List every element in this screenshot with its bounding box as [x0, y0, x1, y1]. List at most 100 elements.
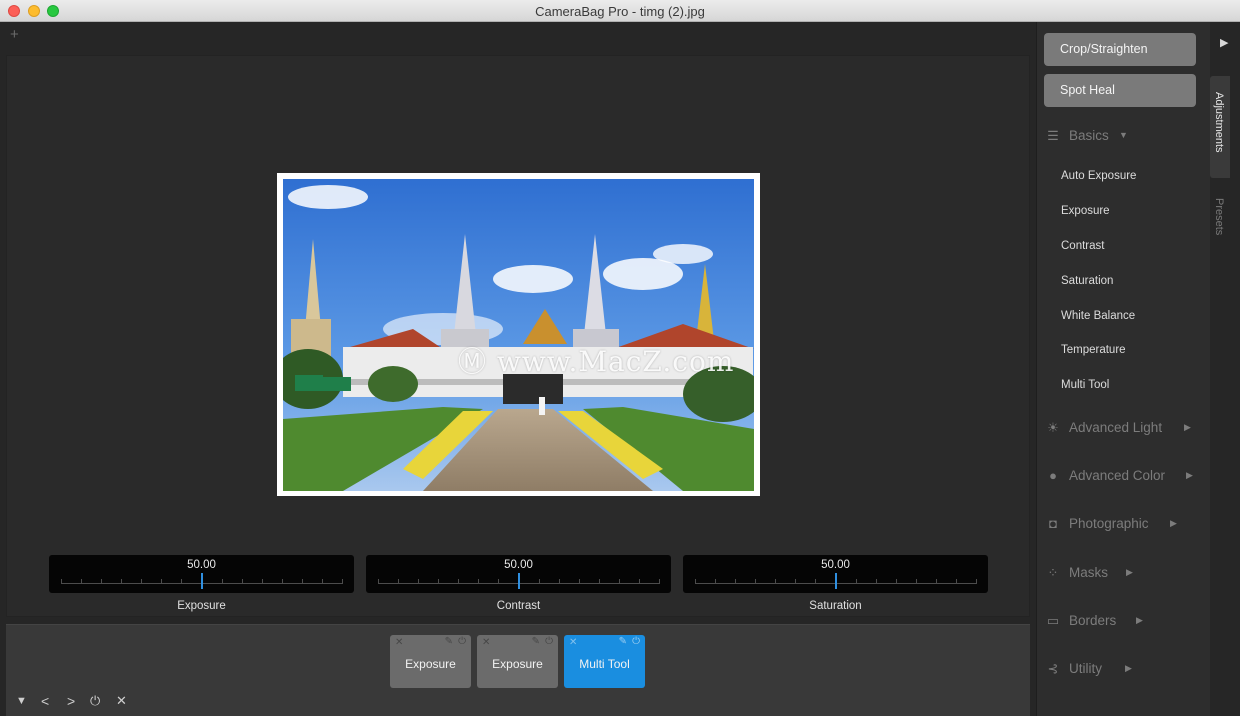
basics-item-exposure[interactable]: Exposure [1061, 205, 1110, 217]
contrast-slider-value: 50.00 [504, 559, 533, 571]
contrast-slider-label: Contrast [496, 600, 541, 612]
section-label: Advanced Color [1069, 468, 1166, 483]
slider-tick [438, 579, 440, 584]
slider-tick [598, 579, 600, 584]
slider-tick [618, 579, 620, 584]
app-window: CameraBag Pro - timg (2).jpg + Ⓜ www.Mac… [0, 0, 1240, 716]
collapse-tray-icon[interactable]: ▼ [16, 695, 27, 707]
basics-item-temperature[interactable]: Temperature [1061, 344, 1126, 356]
power-icon[interactable]: ⏻ [632, 636, 640, 647]
spot-heal-button[interactable]: Spot Heal [1044, 74, 1196, 107]
section-masks[interactable]: ⁘ Masks ▶ [1045, 563, 1205, 585]
utility-icon: ⊰ [1047, 661, 1059, 676]
exposure-slider-value: 50.00 [187, 559, 216, 571]
sliders-icon: ☰ [1047, 128, 1059, 143]
slider-tick [955, 579, 957, 584]
slider-tick [638, 579, 640, 584]
slider-tick [755, 579, 757, 584]
workspace: + Ⓜ www.MacZ.com 50.00 Exposure 50.00 Co… [0, 22, 1036, 716]
chevron-right-icon: ▶ [1186, 470, 1193, 480]
close-icon[interactable]: ✕ [569, 637, 577, 648]
next-icon[interactable]: > [67, 693, 75, 709]
slider-tick [659, 579, 660, 584]
tray-chip-label: Exposure [405, 657, 456, 671]
power-toggle-icon[interactable]: ⏻ [90, 693, 100, 709]
slider-tick [558, 579, 560, 584]
clear-icon[interactable]: ✕ [116, 693, 127, 709]
close-icon[interactable]: ✕ [395, 637, 403, 648]
tray-chip-label: Multi Tool [579, 657, 630, 671]
power-icon[interactable]: ⏻ [458, 636, 466, 647]
section-borders[interactable]: ▭ Borders ▶ [1045, 611, 1205, 633]
section-photographic[interactable]: ◘ Photographic ▶ [1045, 514, 1205, 536]
section-label: Utility [1069, 661, 1102, 676]
tray-chip-multi-tool[interactable]: ✕ ✎ ⏻ Multi Tool [564, 635, 645, 688]
section-advanced-light[interactable]: ☀ Advanced Light ▶ [1045, 418, 1205, 440]
power-icon[interactable]: ⏻ [545, 636, 553, 647]
color-circles-icon: ● [1049, 468, 1057, 483]
tab-presets[interactable]: Presets [1210, 190, 1230, 250]
section-label: Advanced Light [1069, 420, 1163, 435]
slider-tick [141, 579, 143, 584]
tray-chip-exposure-2[interactable]: ✕ ✎ ⏻ Exposure [477, 635, 558, 688]
basics-item-multi-tool[interactable]: Multi Tool [1061, 379, 1109, 391]
slider-tick [855, 579, 857, 584]
camera-icon: ◘ [1049, 516, 1057, 531]
slider-tick [895, 579, 897, 584]
tab-adjustments[interactable]: Adjustments [1210, 76, 1230, 178]
exposure-slider[interactable]: 50.00 [49, 555, 354, 593]
slider-tick [875, 579, 877, 584]
pin-icon[interactable]: ✎ [619, 636, 627, 647]
slider-tick [478, 579, 480, 584]
collapse-panel-icon[interactable]: ▶ [1220, 36, 1228, 49]
add-tab-button[interactable]: + [10, 26, 19, 43]
pin-icon[interactable]: ✎ [445, 636, 453, 647]
temple-photo-image [283, 179, 754, 491]
saturation-slider-handle[interactable] [834, 573, 837, 589]
slider-tick [321, 579, 323, 584]
section-advanced-color[interactable]: ● Advanced Color ▶ [1045, 466, 1205, 488]
chevron-right-icon: ▶ [1125, 663, 1132, 673]
photo[interactable] [283, 179, 754, 491]
title-bar: CameraBag Pro - timg (2).jpg [0, 0, 1240, 22]
pin-icon[interactable]: ✎ [532, 636, 540, 647]
slider-tick [61, 579, 62, 584]
chevron-right-icon: ▶ [1184, 422, 1191, 432]
close-icon[interactable]: ✕ [482, 637, 490, 648]
section-basics[interactable]: ☰ Basics ▼ [1045, 126, 1195, 148]
slider-tick [695, 579, 696, 584]
window-title: CameraBag Pro - timg (2).jpg [535, 4, 705, 19]
crop-straighten-button[interactable]: Crop/Straighten [1044, 33, 1196, 66]
border-frame-icon: ▭ [1046, 613, 1060, 628]
chevron-right-icon: ▶ [1136, 615, 1143, 625]
chevron-down-icon: ▼ [1119, 130, 1128, 140]
basics-item-white-balance[interactable]: White Balance [1061, 310, 1135, 322]
exposure-slider-handle[interactable] [200, 573, 203, 589]
basics-item-contrast[interactable]: Contrast [1061, 240, 1104, 252]
section-utility[interactable]: ⊰ Utility ▶ [1045, 659, 1205, 681]
basics-item-saturation[interactable]: Saturation [1061, 275, 1113, 287]
slider-tick [715, 579, 717, 584]
exposure-slider-label: Exposure [177, 600, 226, 612]
slider-tick [121, 579, 123, 584]
slider-tick [578, 579, 580, 584]
saturation-slider-value: 50.00 [821, 559, 850, 571]
tray-chip-exposure-1[interactable]: ✕ ✎ ⏻ Exposure [390, 635, 471, 688]
slider-tick [281, 579, 283, 584]
slider-tick [498, 579, 500, 584]
side-tabs: ▶ Adjustments Presets [1210, 22, 1240, 716]
slider-tick [458, 579, 460, 584]
chevron-right-icon: ▶ [1170, 518, 1177, 528]
slider-tick [976, 579, 977, 584]
contrast-slider[interactable]: 50.00 [366, 555, 671, 593]
basics-item-auto-exposure[interactable]: Auto Exposure [1061, 170, 1136, 182]
tray-chip-label: Exposure [492, 657, 543, 671]
slider-tick [735, 579, 737, 584]
slider-tick [181, 579, 183, 584]
previous-icon[interactable]: < [41, 693, 49, 709]
tab-presets-label: Presets [1213, 198, 1225, 236]
contrast-slider-handle[interactable] [517, 573, 520, 589]
adjustment-tray: ✕ ✎ ⏻ Exposure ✕ ✎ ⏻ Exposure ✕ ✎ ⏻ Mult… [6, 624, 1030, 716]
slider-tick [261, 579, 263, 584]
saturation-slider[interactable]: 50.00 [683, 555, 988, 593]
